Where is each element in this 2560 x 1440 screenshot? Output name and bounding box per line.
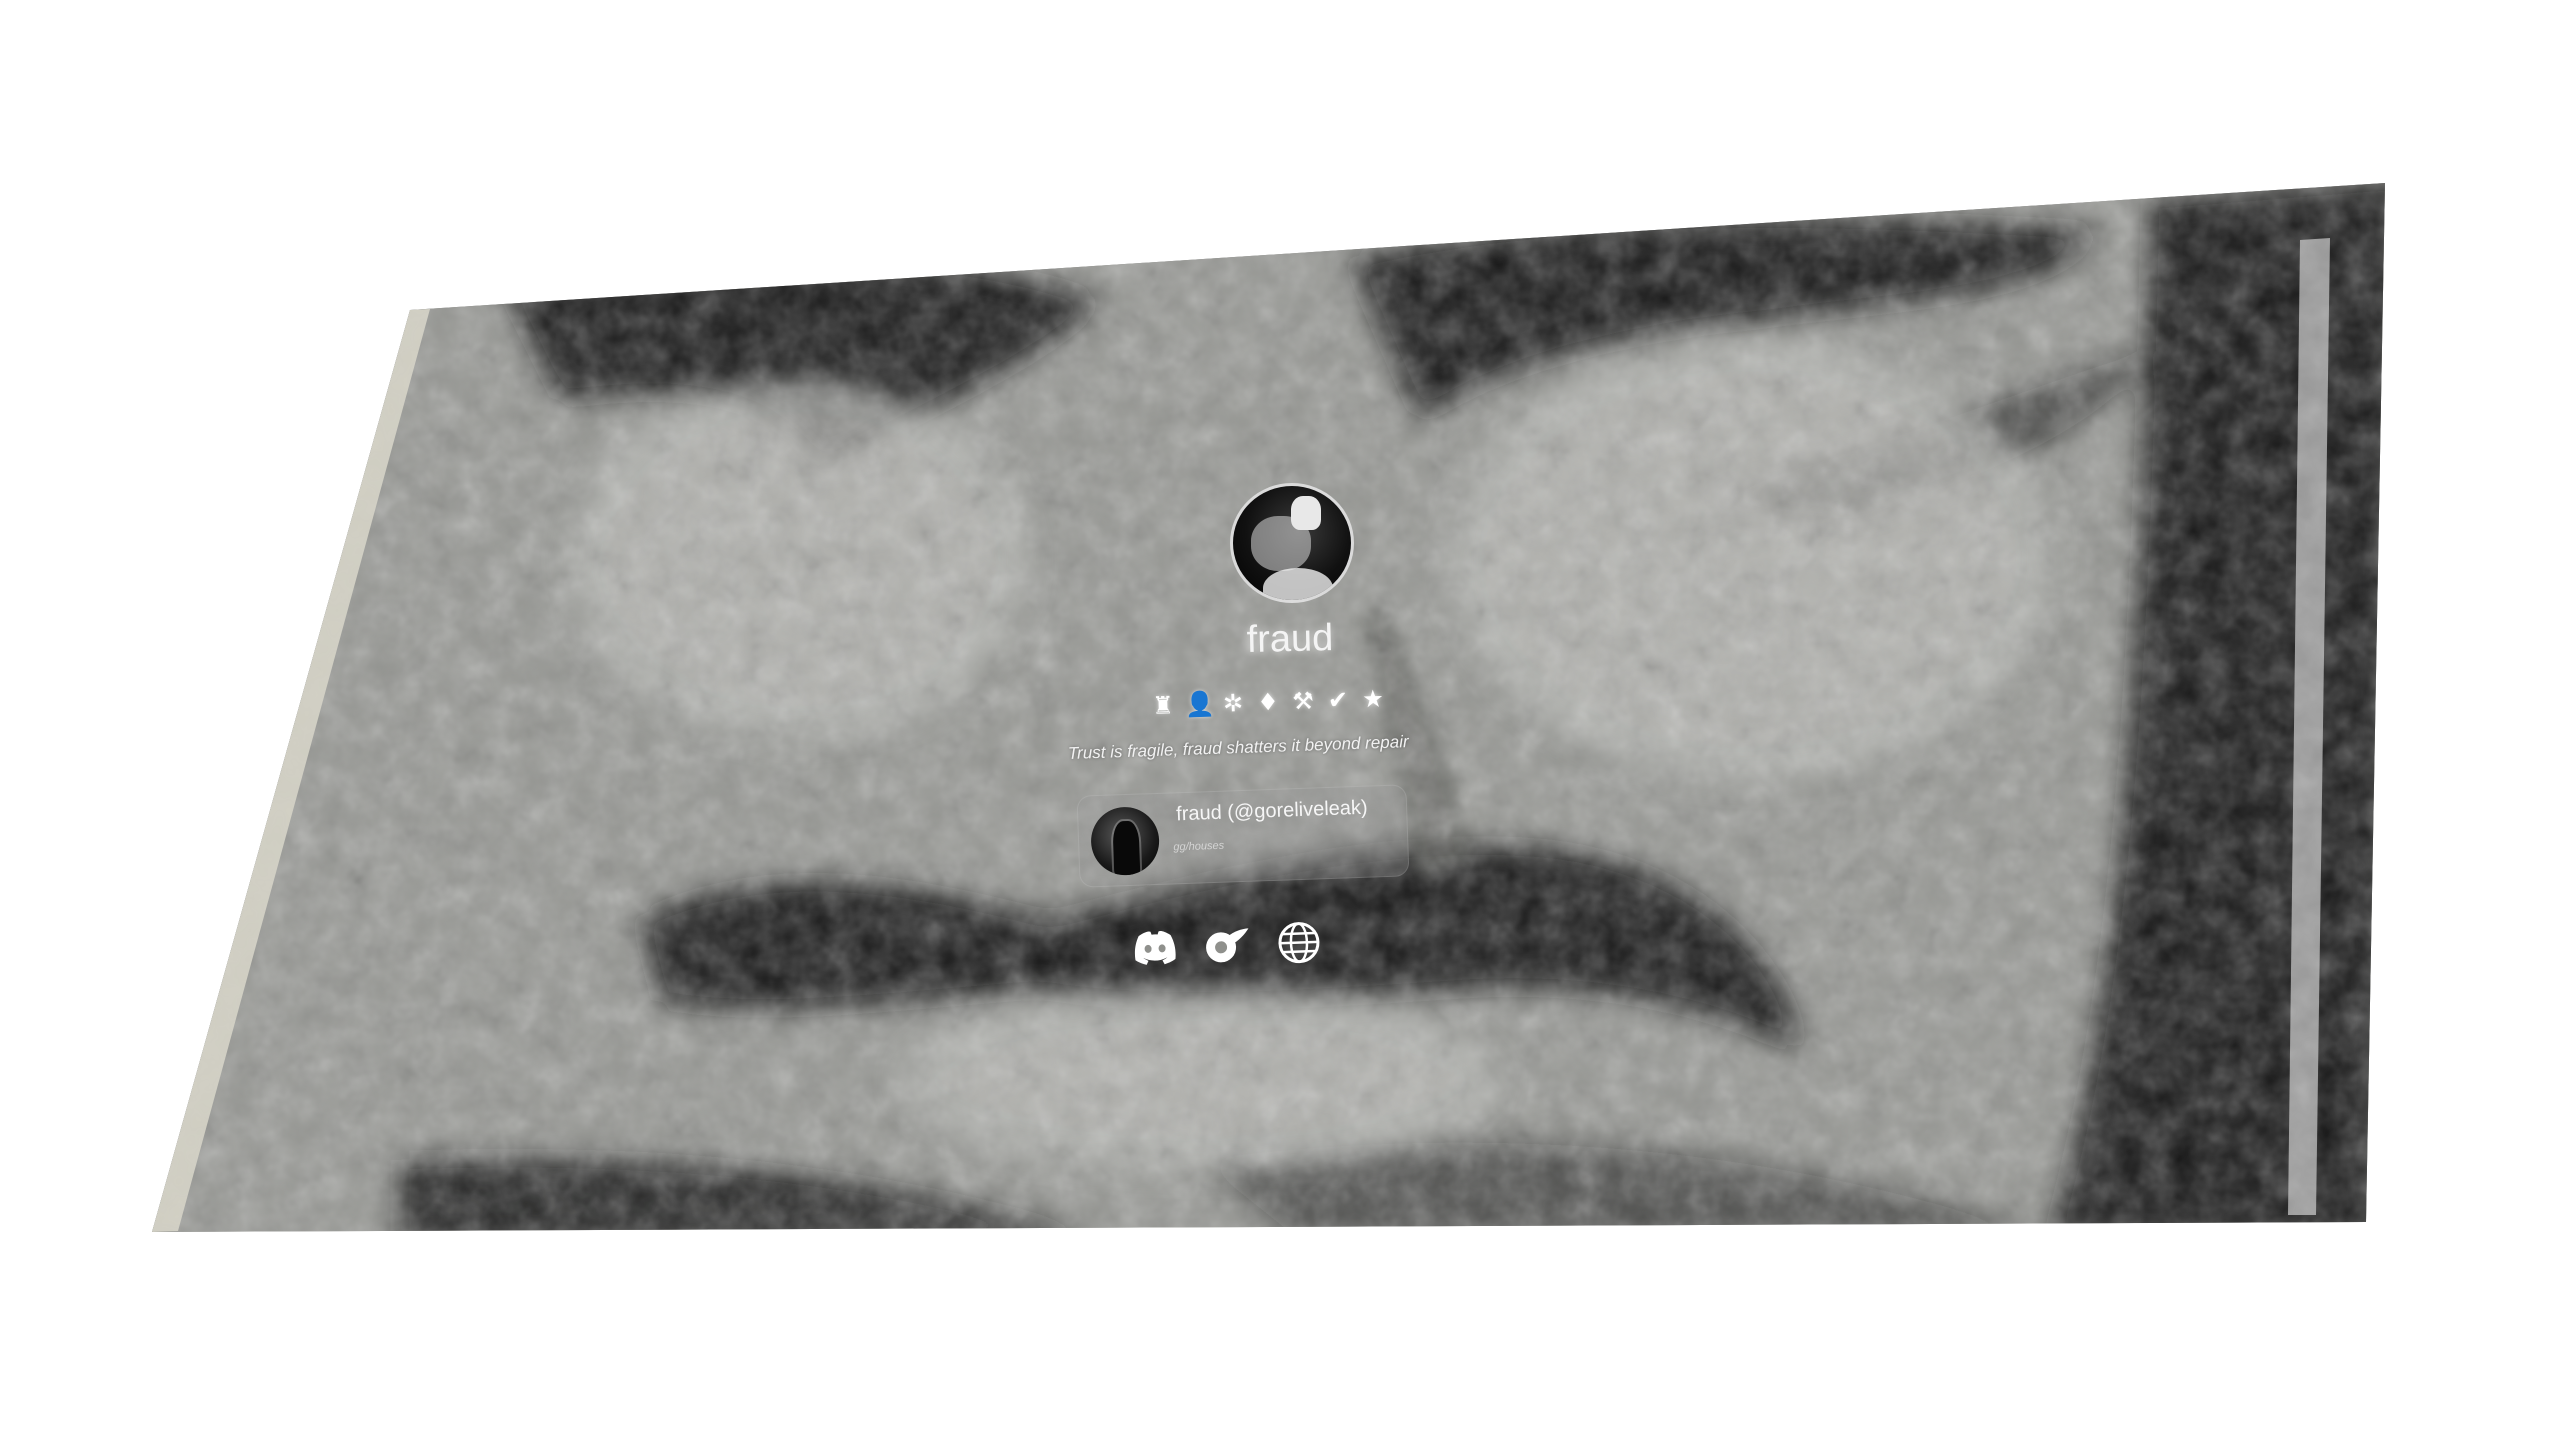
trophy-icon[interactable]: ♜ [1150,691,1177,720]
discord-avatar [1089,805,1161,877]
social-links [1129,917,1331,974]
monitor-screen: fraud ♜ 👤 ✲ ♦ ⚒ ✔ ★ Trust is fragile, fr… [152,183,2385,1232]
cashapp-icon[interactable] [1201,921,1253,969]
profile-username: fraud [1246,617,1334,661]
discord-status: gg/houses [1173,839,1225,854]
profile-avatar [1230,483,1354,603]
user-icon[interactable]: 👤 [1185,690,1216,719]
star-icon[interactable]: ★ [1360,685,1387,714]
discord-glyph [1134,931,1176,965]
gem-icon[interactable]: ♦ [1255,688,1282,717]
discord-icon[interactable] [1129,924,1181,972]
badge-row: ♜ 👤 ✲ ♦ ⚒ ✔ ★ [1150,681,1401,723]
cashapp-glyph [1206,928,1249,963]
verified-icon[interactable]: ✔ [1325,686,1352,715]
photo-stage: fraud ♜ 👤 ✲ ♦ ⚒ ✔ ★ Trust is fragile, fr… [0,0,2560,1440]
globe-icon[interactable] [1273,919,1325,967]
discord-avatar-figure [1112,820,1141,876]
avatar-shoulder [1263,568,1333,600]
wrench-icon[interactable]: ⚒ [1290,687,1317,716]
profile-bio: Trust is fragile, fraud shatters it beyo… [1067,732,1409,763]
discord-name: fraud (@goreliveleak) [1175,796,1368,826]
avatar-hand [1291,496,1321,530]
discord-presence-card[interactable]: fraud (@goreliveleak) gg/houses [1076,784,1410,888]
snowflake-icon[interactable]: ✲ [1220,689,1247,718]
globe-glyph [1278,922,1320,964]
profile-card: fraud ♜ 👤 ✲ ♦ ⚒ ✔ ★ Trust is fragile, fr… [152,183,2385,1232]
